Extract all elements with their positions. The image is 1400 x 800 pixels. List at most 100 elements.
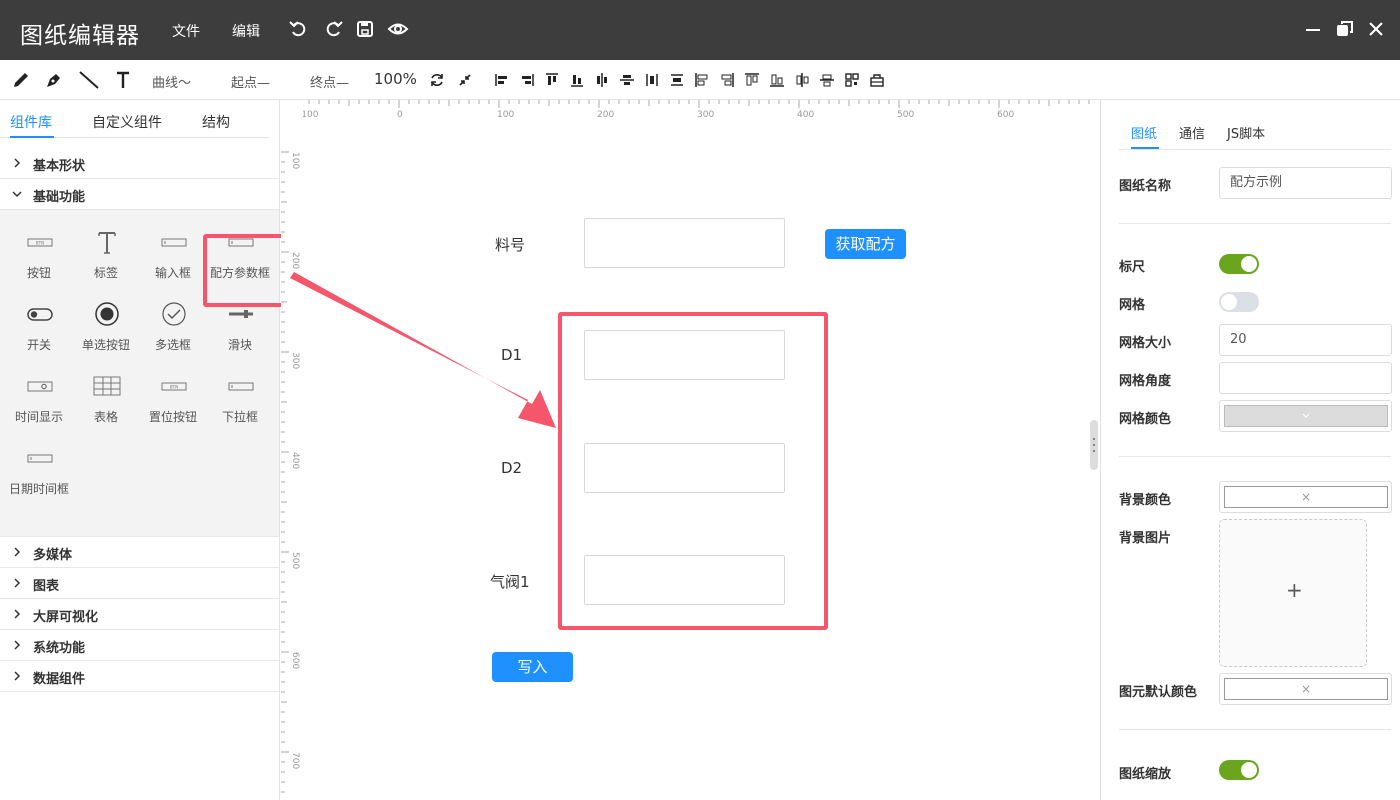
tab-drawing[interactable]: 图纸 — [1131, 123, 1157, 142]
tab-communication[interactable]: 通信 — [1179, 123, 1205, 142]
bg-color-picker[interactable]: × — [1219, 481, 1392, 513]
pencil-icon[interactable] — [10, 68, 32, 92]
redo-icon[interactable] — [322, 18, 344, 40]
refresh-icon[interactable] — [428, 68, 446, 92]
zoom-toggle-label: 图纸缩放 — [1119, 767, 1172, 782]
category-basic-shapes[interactable]: 基本形状 — [0, 148, 279, 179]
material-number-label: 料号 — [495, 236, 526, 254]
curve-select[interactable]: 曲线～ — [152, 72, 191, 91]
ruler-tick-label: 600 — [290, 652, 300, 670]
chevron-right-icon — [12, 639, 22, 650]
category-multimedia[interactable]: 多媒体 — [0, 537, 279, 568]
component-switch[interactable]: 开关 — [6, 296, 72, 360]
close-icon[interactable] — [1365, 18, 1387, 40]
category-charts[interactable]: 图表 — [0, 568, 279, 599]
default-color-picker[interactable]: × — [1219, 673, 1392, 705]
category-label: 基础功能 — [33, 190, 86, 205]
write-button[interactable]: 写入 — [492, 652, 573, 682]
component-datetime[interactable]: 日期时间框 — [6, 440, 72, 504]
minimize-icon[interactable] — [1302, 18, 1324, 40]
ruler-tick-label: 200 — [597, 110, 615, 120]
ruler-toggle[interactable] — [1219, 254, 1259, 274]
left-edge-icon[interactable] — [692, 68, 712, 92]
bottom-edge-icon[interactable] — [767, 68, 787, 92]
align-center-h-icon[interactable] — [592, 68, 612, 92]
drawing-name-input[interactable]: 配方示例 — [1219, 167, 1392, 199]
end-arrow-select[interactable]: 终点— — [310, 72, 349, 91]
ruler-tick-label: 400 — [290, 452, 300, 470]
title-bar: 图纸编辑器 文件 编辑 — [0, 0, 1400, 60]
tab-js-script[interactable]: JS脚本 — [1227, 123, 1265, 142]
center-h-edge-icon[interactable] — [792, 68, 812, 92]
ruler-tick-label: 400 — [797, 110, 815, 120]
component-panel: 组件库 自定义组件 结构 基本形状 基础功能 BTN 按钮 标签 输入框 配方参… — [0, 100, 287, 800]
component-label: 滑块 — [227, 338, 252, 352]
group-icon[interactable] — [842, 68, 862, 92]
ruler-vertical: 100 200 300 400 500 600 700 — [281, 100, 303, 800]
align-center-v-icon[interactable] — [617, 68, 637, 92]
svg-text:BTN: BTN — [36, 241, 44, 246]
text-tool-icon[interactable] — [112, 68, 134, 92]
align-left-icon[interactable] — [492, 68, 512, 92]
category-basic-functions[interactable]: 基础功能 — [0, 179, 279, 210]
bg-color-label: 背景颜色 — [1119, 493, 1172, 508]
grid-angle-label: 网格角度 — [1119, 374, 1172, 389]
start-arrow-select[interactable]: 起点— — [231, 72, 270, 91]
component-table[interactable]: 表格 — [73, 368, 139, 432]
pen-icon[interactable] — [43, 68, 65, 92]
category-big-screen[interactable]: 大屏可视化 — [0, 599, 279, 630]
component-checkbox[interactable]: 多选框 — [140, 296, 206, 360]
material-number-input[interactable] — [584, 218, 785, 268]
recipe-fields-highlight — [558, 312, 828, 630]
radio-component-icon — [93, 302, 121, 326]
menu-edit[interactable]: 编辑 — [232, 21, 260, 41]
center-v-edge-icon[interactable] — [817, 68, 837, 92]
category-data-components[interactable]: 数据组件 — [0, 661, 279, 692]
grid-color-picker[interactable] — [1219, 400, 1392, 432]
grid-angle-input[interactable] — [1219, 362, 1392, 394]
restore-icon[interactable] — [1334, 18, 1356, 40]
drawing-canvas[interactable]: -100 0 100 200 300 400 500 600 100 200 3… — [281, 100, 1098, 800]
tab-custom-components[interactable]: 自定义组件 — [92, 112, 162, 132]
component-time-display[interactable]: 时间显示 — [6, 368, 72, 432]
align-bottom-icon[interactable] — [567, 68, 587, 92]
bg-image-upload[interactable]: + — [1219, 519, 1367, 667]
category-label: 基本形状 — [33, 159, 86, 174]
right-edge-icon[interactable] — [717, 68, 737, 92]
chevron-down-icon — [12, 188, 22, 198]
preview-eye-icon[interactable] — [387, 18, 409, 40]
grid-toggle[interactable] — [1219, 292, 1259, 312]
panel-resize-handle[interactable] — [1090, 420, 1098, 470]
component-grid: BTN 按钮 标签 输入框 配方参数框 开关 单选按钮 多选框 滑块 时间显示 … — [0, 210, 287, 537]
tab-component-library[interactable]: 组件库 — [10, 112, 52, 132]
zoom-level[interactable]: 100% — [374, 70, 417, 88]
ruler-tick-label: 700 — [290, 752, 300, 770]
menu-file[interactable]: 文件 — [172, 21, 200, 41]
svg-text:BTN: BTN — [170, 385, 178, 390]
category-system-functions[interactable]: 系统功能 — [0, 630, 279, 661]
component-input[interactable]: 输入框 — [140, 224, 206, 288]
align-top-icon[interactable] — [542, 68, 562, 92]
get-recipe-button[interactable]: 获取配方 — [825, 229, 906, 259]
component-dropdown[interactable]: 下拉框 — [207, 368, 273, 432]
line-icon[interactable] — [77, 68, 101, 92]
ruler-tick-label: 0 — [397, 110, 403, 120]
ungroup-icon[interactable] — [867, 68, 887, 92]
undo-icon[interactable] — [288, 18, 310, 40]
chevron-right-icon — [12, 546, 22, 557]
grid-size-input[interactable]: 20 — [1219, 324, 1392, 356]
divider — [1119, 223, 1391, 224]
component-set-button[interactable]: BTN 置位按钮 — [140, 368, 206, 432]
component-label-text[interactable]: 标签 — [73, 224, 139, 288]
top-edge-icon[interactable] — [742, 68, 762, 92]
tab-structure[interactable]: 结构 — [202, 112, 230, 132]
component-button[interactable]: BTN 按钮 — [6, 224, 72, 288]
distribute-v-icon[interactable] — [667, 68, 687, 92]
align-right-icon[interactable] — [517, 68, 537, 92]
drawing-zoom-toggle[interactable] — [1219, 760, 1259, 780]
shrink-icon[interactable] — [456, 68, 474, 92]
component-radio[interactable]: 单选按钮 — [73, 296, 139, 360]
save-icon[interactable] — [354, 18, 376, 40]
distribute-h-icon[interactable] — [642, 68, 662, 92]
ruler-tick-label: 500 — [897, 110, 915, 120]
